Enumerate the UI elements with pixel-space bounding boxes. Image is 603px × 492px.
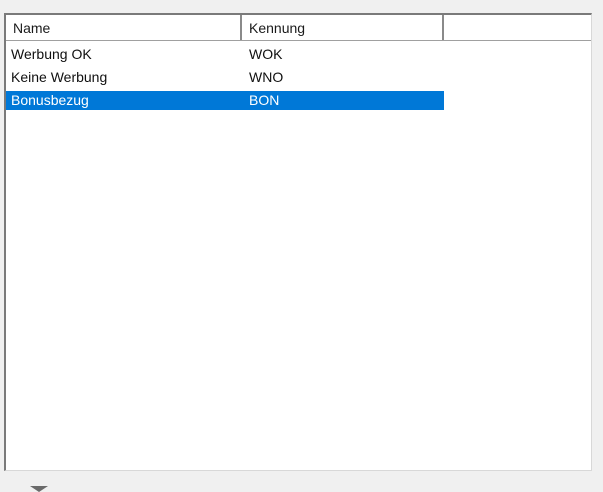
list-view[interactable]: Name Kennung Werbung OK WOK Keine Werbun… [4, 13, 592, 471]
list-item-name: Werbung OK [11, 46, 92, 62]
list-item-selected[interactable]: Bonusbezug BON [6, 91, 444, 110]
list-item[interactable]: Keine Werbung WNO [6, 68, 444, 87]
list-item-name: Keine Werbung [11, 69, 108, 85]
list-item-name: Bonusbezug [11, 92, 89, 108]
list-header: Name Kennung [6, 15, 591, 41]
list-item-kennung: WOK [249, 46, 283, 62]
column-header-kennung[interactable]: Kennung [242, 15, 444, 40]
column-header-name[interactable]: Name [6, 15, 242, 40]
list-item-kennung: WNO [249, 69, 284, 85]
list-item-kennung: BON [249, 92, 280, 108]
chevron-down-icon[interactable] [30, 486, 48, 492]
column-header-filler [444, 15, 591, 40]
list-item[interactable]: Werbung OK WOK [6, 45, 444, 64]
